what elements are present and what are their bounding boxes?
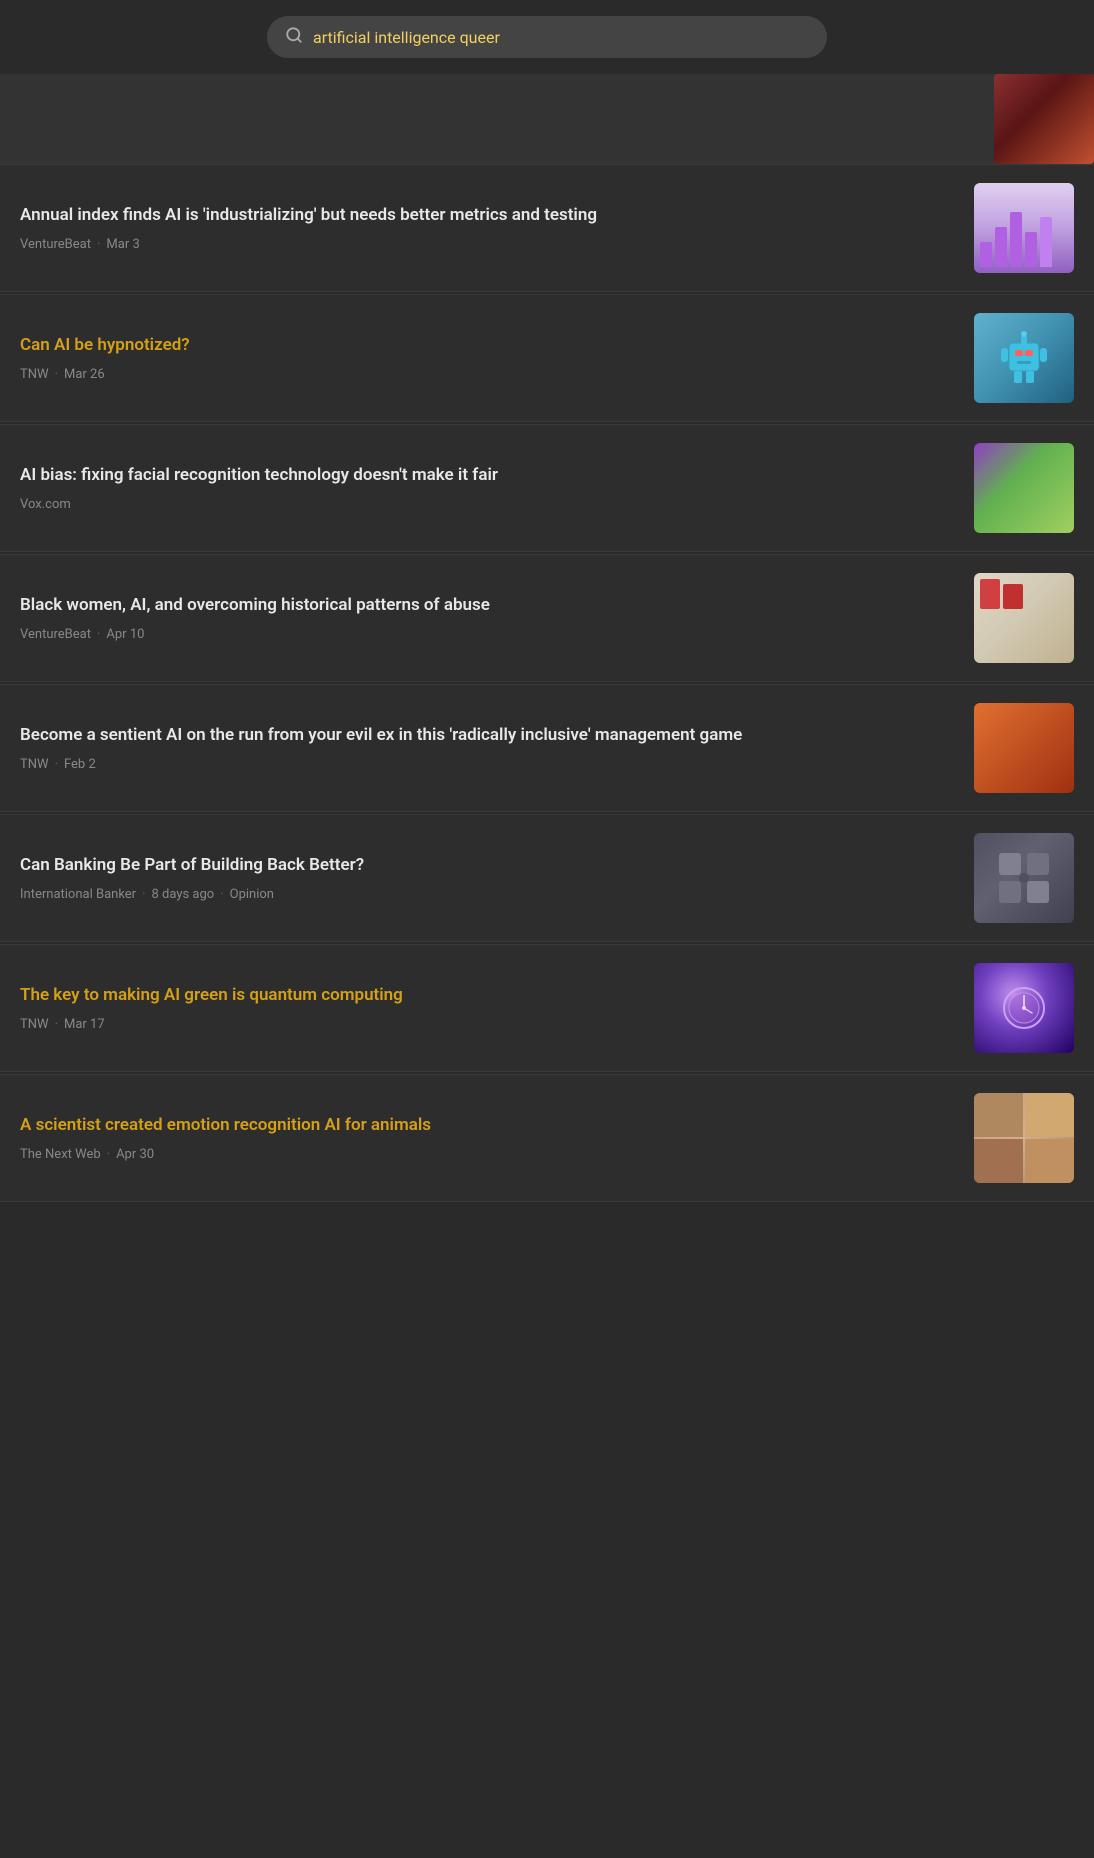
search-bar-container: artificial intelligence queer	[0, 0, 1094, 74]
news-content: Can Banking Be Part of Building Back Bet…	[20, 833, 958, 923]
bar	[980, 242, 992, 267]
meta-dot: ·	[107, 1147, 110, 1162]
quantum-thumb	[974, 963, 1074, 1053]
meta-dot: ·	[55, 1017, 58, 1032]
top-thumb-image	[994, 74, 1094, 164]
article-meta: VentureBeat · Mar 3	[20, 237, 958, 252]
article-thumbnail	[974, 183, 1074, 273]
news-content: The key to making AI green is quantum co…	[20, 963, 958, 1053]
chart-thumb	[974, 183, 1074, 273]
article-date: Mar 17	[64, 1017, 105, 1032]
meta-dot: ·	[220, 887, 223, 902]
infographic-thumb	[974, 573, 1074, 663]
article-thumbnail	[974, 833, 1074, 923]
news-content: Annual index finds AI is 'industrializin…	[20, 183, 958, 273]
bar	[1040, 217, 1052, 267]
animals-cell	[1025, 1093, 1074, 1137]
article-source: TNW	[20, 757, 49, 772]
article-thumbnail	[974, 443, 1074, 533]
meta-dot: ·	[55, 367, 58, 382]
article-title: Become a sentient AI on the run from you…	[20, 724, 958, 748]
article-source: TNW	[20, 367, 49, 382]
list-item[interactable]: A scientist created emotion recognition …	[0, 1074, 1094, 1202]
article-meta: TNW · Mar 17	[20, 1017, 958, 1032]
article-meta: VentureBeat · Apr 10	[20, 627, 958, 642]
article-source: Vox.com	[20, 497, 71, 512]
article-thumbnail	[974, 1093, 1074, 1183]
meta-dot: ·	[97, 237, 100, 252]
bar	[1025, 232, 1037, 267]
meta-dot: ·	[142, 887, 145, 902]
game-thumb	[974, 703, 1074, 793]
top-image-strip	[0, 74, 1094, 164]
article-date: Mar 3	[106, 237, 139, 252]
list-item[interactable]: Black women, AI, and overcoming historic…	[0, 554, 1094, 682]
article-meta: TNW · Feb 2	[20, 757, 958, 772]
article-title: The key to making AI green is quantum co…	[20, 984, 958, 1008]
article-thumbnail	[974, 313, 1074, 403]
list-item[interactable]: Become a sentient AI on the run from you…	[0, 684, 1094, 812]
article-source: TNW	[20, 1017, 49, 1032]
article-meta: International Banker · 8 days ago · Opin…	[20, 887, 958, 902]
article-meta: The Next Web · Apr 30	[20, 1147, 958, 1162]
article-source: VentureBeat	[20, 237, 91, 252]
banking-thumb	[974, 833, 1074, 923]
article-date: Apr 10	[106, 627, 144, 642]
article-meta: TNW · Mar 26	[20, 367, 958, 382]
meta-dot: ·	[55, 757, 58, 772]
list-item[interactable]: Can AI be hypnotized? TNW · Mar 26	[0, 294, 1094, 422]
article-thumbnail	[974, 703, 1074, 793]
article-source: VentureBeat	[20, 627, 91, 642]
list-item[interactable]: The key to making AI green is quantum co…	[0, 944, 1094, 1072]
article-date: Apr 30	[116, 1147, 154, 1162]
news-list: Annual index finds AI is 'industrializin…	[0, 164, 1094, 1204]
animals-cell	[1025, 1139, 1074, 1183]
search-bar[interactable]: artificial intelligence queer	[267, 16, 827, 58]
article-date: Mar 26	[64, 367, 105, 382]
news-content: Black women, AI, and overcoming historic…	[20, 573, 958, 663]
animals-thumb	[974, 1093, 1074, 1183]
article-title: Can Banking Be Part of Building Back Bet…	[20, 854, 958, 878]
news-content: Become a sentient AI on the run from you…	[20, 703, 958, 793]
list-item[interactable]: Can Banking Be Part of Building Back Bet…	[0, 814, 1094, 942]
bar	[995, 227, 1007, 267]
news-content: Can AI be hypnotized? TNW · Mar 26	[20, 313, 958, 403]
meta-dot: ·	[97, 627, 100, 642]
list-item[interactable]: Annual index finds AI is 'industrializin…	[0, 164, 1094, 292]
article-source: International Banker	[20, 887, 136, 902]
animals-cell	[974, 1139, 1023, 1183]
article-date: Feb 2	[64, 757, 96, 772]
article-thumbnail	[974, 963, 1074, 1053]
article-title: Black women, AI, and overcoming historic…	[20, 594, 958, 618]
animals-cell	[974, 1093, 1023, 1137]
search-icon	[285, 26, 303, 48]
news-content: A scientist created emotion recognition …	[20, 1093, 958, 1183]
article-title: Can AI be hypnotized?	[20, 334, 958, 358]
article-meta: Vox.com	[20, 497, 958, 512]
article-thumbnail	[974, 573, 1074, 663]
article-source: The Next Web	[20, 1147, 101, 1162]
article-title: Annual index finds AI is 'industrializin…	[20, 204, 958, 228]
bar-chart	[980, 207, 1068, 267]
people-thumb	[974, 443, 1074, 533]
article-date: 8 days ago	[152, 887, 215, 902]
robot-thumb	[974, 313, 1074, 403]
bar	[1010, 212, 1022, 267]
article-tag: Opinion	[230, 887, 274, 902]
search-query: artificial intelligence queer	[313, 28, 500, 47]
list-item[interactable]: AI bias: fixing facial recognition techn…	[0, 424, 1094, 552]
article-title: A scientist created emotion recognition …	[20, 1114, 958, 1138]
article-title: AI bias: fixing facial recognition techn…	[20, 464, 958, 488]
news-content: AI bias: fixing facial recognition techn…	[20, 443, 958, 533]
